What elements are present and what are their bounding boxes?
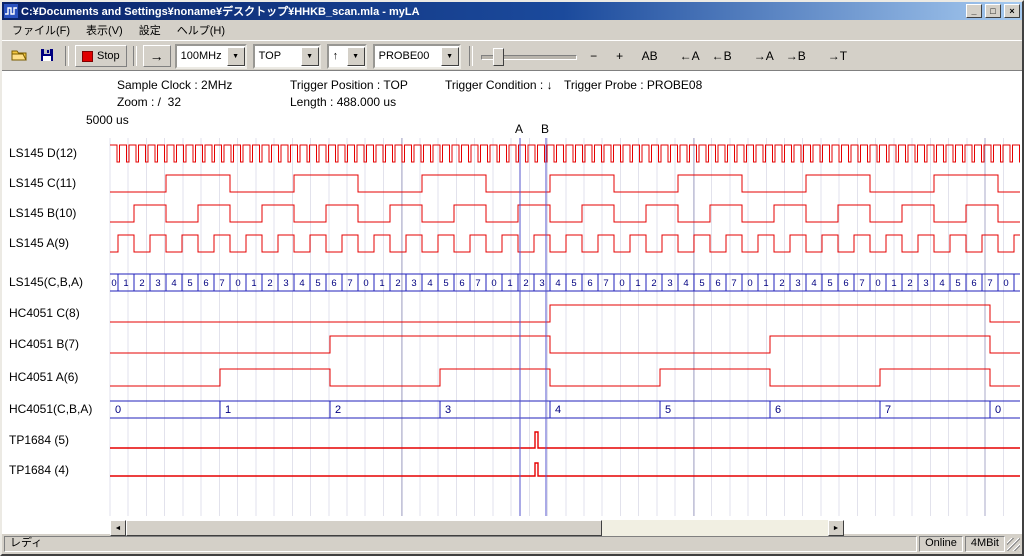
channel-label: LS145 D(12) xyxy=(9,146,77,160)
svg-text:1: 1 xyxy=(507,278,512,289)
svg-text:0: 0 xyxy=(491,278,496,289)
scrollbar-thumb[interactable] xyxy=(126,520,602,536)
svg-text:0: 0 xyxy=(747,278,752,289)
svg-text:4: 4 xyxy=(171,278,176,289)
timebase-text: 5000 us xyxy=(86,113,129,127)
svg-text:5: 5 xyxy=(665,404,671,416)
channel-label: HC4051 A(6) xyxy=(9,370,78,384)
svg-text:0: 0 xyxy=(363,278,368,289)
sample-clock-text: Sample Clock : 2MHz xyxy=(117,78,232,92)
svg-text:2: 2 xyxy=(907,278,912,289)
channel-label: HC4051(C,B,A) xyxy=(9,402,92,416)
svg-text:0: 0 xyxy=(1003,278,1008,289)
svg-text:6: 6 xyxy=(459,278,464,289)
trigger-probe-text: Trigger Probe : PROBE08 xyxy=(564,78,702,92)
svg-text:5: 5 xyxy=(315,278,320,289)
channel-label: LS145 A(9) xyxy=(9,236,69,250)
svg-text:4: 4 xyxy=(811,278,816,289)
svg-text:3: 3 xyxy=(445,404,451,416)
svg-text:4: 4 xyxy=(683,278,688,289)
svg-text:5: 5 xyxy=(187,278,192,289)
svg-text:3: 3 xyxy=(795,278,800,289)
zoom-text: Zoom : / 32 xyxy=(117,95,181,109)
svg-text:1: 1 xyxy=(379,278,384,289)
svg-text:3: 3 xyxy=(539,278,544,289)
svg-text:1: 1 xyxy=(891,278,896,289)
svg-text:6: 6 xyxy=(775,404,781,416)
svg-text:0: 0 xyxy=(115,404,121,416)
channel-label: HC4051 C(8) xyxy=(9,306,80,320)
channel-label: LS145 C(11) xyxy=(9,176,76,190)
svg-text:2: 2 xyxy=(779,278,784,289)
svg-text:1: 1 xyxy=(763,278,768,289)
svg-text:0: 0 xyxy=(235,278,240,289)
svg-text:3: 3 xyxy=(283,278,288,289)
svg-text:2: 2 xyxy=(651,278,656,289)
svg-text:1: 1 xyxy=(635,278,640,289)
svg-text:6: 6 xyxy=(587,278,592,289)
svg-text:4: 4 xyxy=(555,278,560,289)
svg-text:7: 7 xyxy=(859,278,864,289)
svg-text:2: 2 xyxy=(267,278,272,289)
svg-text:5: 5 xyxy=(955,278,960,289)
channel-label: TP1684 (5) xyxy=(9,433,69,447)
svg-text:5: 5 xyxy=(571,278,576,289)
svg-text:7: 7 xyxy=(885,404,891,416)
channel-label: TP1684 (4) xyxy=(9,463,69,477)
app-window: C:¥Documents and Settings¥noname¥デスクトップ¥… xyxy=(0,0,1024,556)
svg-text:6: 6 xyxy=(203,278,208,289)
svg-text:7: 7 xyxy=(475,278,480,289)
svg-text:4: 4 xyxy=(299,278,304,289)
cursor-b-label[interactable]: B xyxy=(541,122,549,136)
svg-text:6: 6 xyxy=(331,278,336,289)
svg-text:5: 5 xyxy=(443,278,448,289)
svg-text:5: 5 xyxy=(827,278,832,289)
svg-text:2: 2 xyxy=(139,278,144,289)
cursor-a-label[interactable]: A xyxy=(515,122,523,136)
svg-text:0: 0 xyxy=(995,404,1001,416)
svg-text:5: 5 xyxy=(699,278,704,289)
svg-text:7: 7 xyxy=(987,278,992,289)
svg-text:7: 7 xyxy=(731,278,736,289)
scroll-left-button[interactable]: ◄ xyxy=(110,520,126,536)
length-text: Length : 488.000 us xyxy=(290,95,396,109)
svg-text:6: 6 xyxy=(971,278,976,289)
channel-label: LS145(C,B,A) xyxy=(9,275,83,289)
svg-text:6: 6 xyxy=(843,278,848,289)
channel-label: HC4051 B(7) xyxy=(9,337,79,351)
svg-text:1: 1 xyxy=(123,278,128,289)
svg-text:3: 3 xyxy=(667,278,672,289)
svg-text:6: 6 xyxy=(715,278,720,289)
svg-text:4: 4 xyxy=(939,278,944,289)
horizontal-scrollbar[interactable]: ◄ ► xyxy=(110,520,844,536)
svg-text:2: 2 xyxy=(335,404,341,416)
svg-text:0: 0 xyxy=(875,278,880,289)
svg-text:7: 7 xyxy=(219,278,224,289)
channel-label: LS145 B(10) xyxy=(9,206,76,220)
svg-text:2: 2 xyxy=(395,278,400,289)
svg-text:3: 3 xyxy=(923,278,928,289)
svg-text:3: 3 xyxy=(155,278,160,289)
svg-text:3: 3 xyxy=(411,278,416,289)
svg-text:7: 7 xyxy=(603,278,608,289)
scroll-right-button[interactable]: ► xyxy=(828,520,844,536)
scrollbar-track[interactable] xyxy=(126,520,828,536)
trigger-condition-text: Trigger Condition : ↓ xyxy=(445,78,553,92)
svg-text:0: 0 xyxy=(619,278,624,289)
svg-text:1: 1 xyxy=(225,404,231,416)
svg-text:2: 2 xyxy=(523,278,528,289)
trigger-position-text: Trigger Position : TOP xyxy=(290,78,408,92)
svg-text:0: 0 xyxy=(111,278,116,289)
svg-text:7: 7 xyxy=(347,278,352,289)
svg-text:4: 4 xyxy=(555,404,561,416)
svg-text:4: 4 xyxy=(427,278,432,289)
svg-text:1: 1 xyxy=(251,278,256,289)
